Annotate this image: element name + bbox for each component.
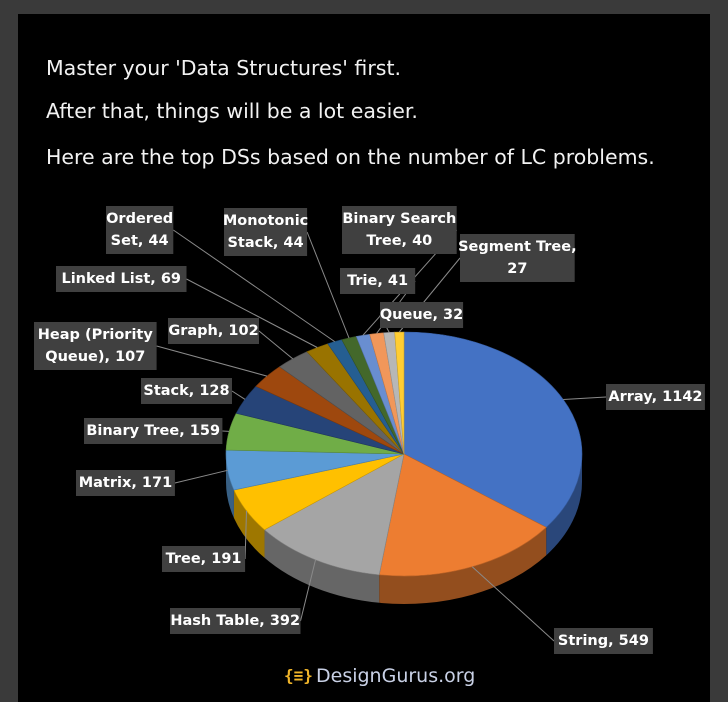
data-label-text: Tree, 191 (166, 551, 242, 567)
data-label-stack: Stack, 128 (141, 378, 232, 404)
leader-line-6 (231, 390, 246, 400)
data-label-trie: Trie, 41 (340, 268, 416, 294)
brand-footer: {≡} DesignGurus.org (284, 665, 475, 687)
data-label-text: Binary Search (342, 211, 456, 227)
leader-line-4 (174, 469, 228, 484)
data-label-text: String, 549 (558, 633, 649, 649)
data-label-linked-list: Linked List, 69 (56, 266, 187, 292)
data-label-text: Set, 44 (111, 233, 169, 249)
data-label-text: Trie, 41 (347, 273, 408, 289)
data-label-string: String, 549 (554, 628, 653, 654)
data-label-text: Queue, 32 (380, 307, 463, 323)
data-label-text: Hash Table, 392 (170, 613, 300, 629)
data-label-hash-table: Hash Table, 392 (170, 608, 301, 634)
leader-line-7 (156, 345, 268, 377)
data-label-text: Matrix, 171 (79, 475, 172, 491)
data-label-text: Graph, 102 (168, 323, 258, 339)
data-label-graph: Graph, 102 (168, 318, 259, 344)
data-label-text: Stack, 44 (227, 235, 303, 251)
data-label-text: Monotonic (223, 213, 308, 229)
data-label-text: 27 (507, 261, 527, 277)
brand-name: DesignGurus.org (316, 665, 476, 687)
leader-line-0 (563, 396, 607, 400)
data-label-segment-tree: Segment Tree, 27 (458, 234, 577, 282)
pie-chart: Array, 1142 String, 549 Hash Table, 392 Tre… (34, 206, 705, 654)
data-label-text: Heap (Priority (38, 327, 154, 343)
data-label-text: Queue), 107 (45, 349, 145, 365)
data-label-binary-tree: Binary Tree, 159 (84, 418, 223, 444)
leader-line-8 (258, 330, 294, 360)
pie-top (225, 331, 583, 577)
data-label-text: Binary Tree, 159 (86, 423, 220, 439)
data-label-ordered-set: Ordered Set, 44 (106, 206, 174, 254)
data-label-matrix: Matrix, 171 (76, 470, 175, 496)
data-label-array: Array, 1142 (606, 384, 705, 410)
data-label-monotonic-stack: Monotonic Stack, 44 (223, 208, 308, 256)
data-label-text: Ordered (106, 211, 173, 227)
curly-braces-code-icon: {≡} (284, 666, 313, 685)
data-label-text: Stack, 128 (143, 383, 229, 399)
data-label-text: Tree, 40 (366, 233, 432, 249)
data-label-tree: Tree, 191 (162, 546, 246, 572)
data-label-heap-priority-queue-: Heap (Priority Queue), 107 (34, 322, 157, 370)
data-label-text: Segment Tree, (458, 239, 577, 255)
data-label-text: Linked List, 69 (61, 271, 181, 287)
data-label-text: Array, 1142 (608, 389, 702, 405)
data-label-binary-search-tree: Binary Search Tree, 40 (342, 206, 457, 254)
data-label-queue: Queue, 32 (380, 302, 463, 328)
